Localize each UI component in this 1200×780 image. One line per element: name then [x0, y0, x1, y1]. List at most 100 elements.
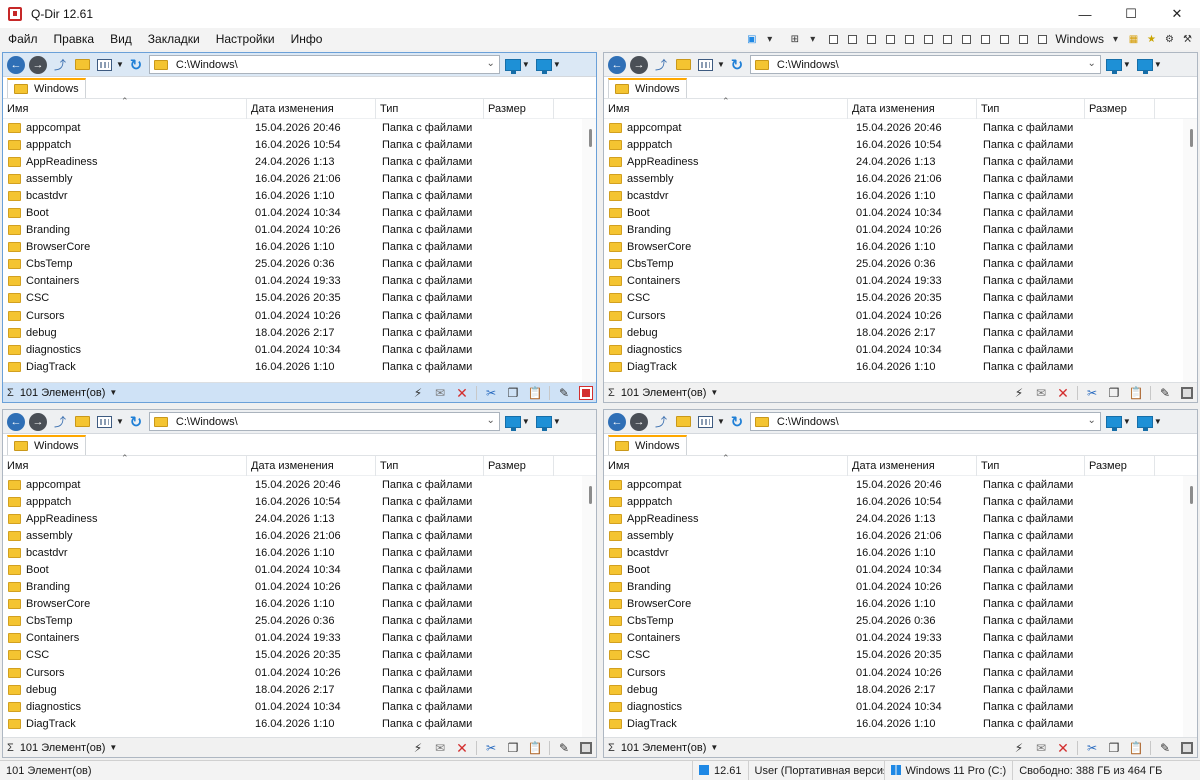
column-date[interactable]: Дата изменения — [247, 98, 376, 119]
lightning-icon[interactable]: ⚡ — [410, 740, 426, 756]
back-arrow-icon[interactable]: ← — [608, 55, 626, 74]
list-item[interactable]: CbsTemp 25.04.2026 0:36 Папка с файлами — [604, 256, 1197, 273]
column-type[interactable]: Тип — [977, 98, 1085, 119]
chevron-down-icon[interactable]: ▼ — [1154, 417, 1162, 426]
vertical-scrollbar[interactable] — [582, 119, 596, 382]
list-item[interactable]: assembly 16.04.2026 21:06 Папка с файлами — [604, 170, 1197, 187]
layout-grid-icon[interactable]: ⊞ — [788, 33, 801, 46]
list-item[interactable]: diagnostics 01.04.2024 10:34 Папка с файла… — [3, 341, 596, 358]
list-item[interactable]: AppReadiness 24.04.2026 1:13 Папка с файла… — [604, 153, 1197, 170]
close-button[interactable]: ✕ — [1154, 0, 1200, 28]
list-item[interactable]: bcastdvr 16.04.2026 1:10 Папка с файлами — [3, 187, 596, 204]
list-item[interactable]: diagnostics 01.04.2024 10:34 Папка с файла… — [3, 698, 596, 715]
list-item[interactable]: BrowserCore 16.04.2026 1:10 Папка с файлам… — [604, 239, 1197, 256]
view-mode-icon[interactable] — [95, 413, 113, 431]
address-bar[interactable]: C:\Windows\ ⌄ — [148, 412, 500, 431]
new-folder-icon[interactable] — [73, 413, 91, 431]
star-icon[interactable]: ★ — [1145, 33, 1158, 46]
item-count[interactable]: 101 Элемент(ов) — [20, 387, 106, 399]
list-item[interactable]: AppReadiness 24.04.2026 1:13 Папка с файла… — [604, 510, 1197, 527]
layout-4-icon[interactable] — [886, 34, 896, 44]
computer-icon[interactable]: ▣ — [745, 33, 758, 46]
column-size[interactable]: Размер — [484, 455, 554, 476]
tab-windows[interactable]: Windows — [7, 435, 86, 455]
delete-icon[interactable]: ✕ — [1055, 740, 1071, 756]
list-item[interactable]: appcompat 15.04.2026 20:46 Папка с файлами — [604, 119, 1197, 136]
windows-dropdown[interactable]: Windows — [1055, 32, 1104, 46]
chevron-down-icon[interactable]: ▼ — [116, 417, 124, 426]
column-size[interactable]: Размер — [1085, 98, 1155, 119]
list-item[interactable]: CbsTemp 25.04.2026 0:36 Папка с файлами — [3, 613, 596, 630]
lightning-icon[interactable]: ⚡ — [410, 385, 426, 401]
pane-state-icon[interactable] — [578, 385, 594, 401]
copy-icon[interactable]: ❐ — [505, 385, 521, 401]
item-count[interactable]: 101 Элемент(ов) — [20, 742, 106, 754]
list-item[interactable]: DiagTrack 16.04.2026 1:10 Папка с файлами — [604, 358, 1197, 375]
list-item[interactable]: assembly 16.04.2026 21:06 Папка с файлами — [3, 170, 596, 187]
list-item[interactable]: diagnostics 01.04.2024 10:34 Папка с файла… — [604, 341, 1197, 358]
chevron-down-icon[interactable]: ▼ — [553, 417, 561, 426]
pane-state-icon[interactable] — [1179, 385, 1195, 401]
column-size[interactable]: Размер — [484, 98, 554, 119]
back-arrow-icon[interactable]: ← — [608, 412, 626, 431]
list-item[interactable]: BrowserCore 16.04.2026 1:10 Папка с файлам… — [604, 596, 1197, 613]
chevron-down-icon[interactable]: ▼ — [116, 60, 124, 69]
column-date[interactable]: Дата изменения — [848, 98, 977, 119]
copy-icon[interactable]: ❐ — [505, 740, 521, 756]
copy-icon[interactable]: ❐ — [1106, 740, 1122, 756]
column-date[interactable]: Дата изменения — [848, 455, 977, 476]
pane-state-icon[interactable] — [1179, 740, 1195, 756]
chevron-down-icon[interactable]: ▼ — [710, 743, 718, 752]
forward-arrow-icon[interactable]: → — [29, 412, 47, 431]
list-item[interactable]: debug 18.04.2026 2:17 Папка с файлами — [604, 681, 1197, 698]
copy-icon[interactable]: ❐ — [1106, 385, 1122, 401]
list-item[interactable]: Branding 01.04.2024 10:26 Папка с файлами — [3, 579, 596, 596]
chevron-down-icon[interactable]: ▼ — [109, 388, 117, 397]
layout-6-icon[interactable] — [924, 34, 934, 44]
file-list[interactable]: appcompat 15.04.2026 20:46 Папка с файлами… — [3, 476, 596, 737]
list-item[interactable]: bcastdvr 16.04.2026 1:10 Папка с файлами — [3, 544, 596, 561]
menu-edit[interactable]: Правка — [46, 28, 103, 50]
list-item[interactable]: Cursors 01.04.2024 10:26 Папка с файлами — [604, 307, 1197, 324]
paste-icon[interactable]: 📋 — [527, 385, 543, 401]
layout-5-icon[interactable] — [905, 34, 915, 44]
list-item[interactable]: debug 18.04.2026 2:17 Папка с файлами — [604, 324, 1197, 341]
list-item[interactable]: DiagTrack 16.04.2026 1:10 Папка с файлами — [604, 715, 1197, 732]
chevron-down-icon[interactable]: ⌄ — [1088, 58, 1096, 69]
file-list[interactable]: appcompat 15.04.2026 20:46 Папка с файлами… — [3, 119, 596, 382]
monitor-icon[interactable] — [535, 58, 552, 74]
menu-bookmarks[interactable]: Закладки — [140, 28, 208, 50]
list-item[interactable]: Cursors 01.04.2024 10:26 Папка с файлами — [604, 664, 1197, 681]
layout-10-icon[interactable] — [1000, 34, 1010, 44]
menu-view[interactable]: Вид — [102, 28, 140, 50]
layout-8-icon[interactable] — [962, 34, 972, 44]
mail-icon[interactable]: ✉ — [1033, 740, 1049, 756]
chevron-down-icon[interactable]: ▼ — [717, 417, 725, 426]
chevron-down-icon[interactable]: ▼ — [1154, 60, 1162, 69]
list-item[interactable]: BrowserCore 16.04.2026 1:10 Папка с файлам… — [3, 239, 596, 256]
chevron-down-icon[interactable]: ▼ — [109, 743, 117, 752]
item-count[interactable]: 101 Элемент(ов) — [621, 387, 707, 399]
list-item[interactable]: CSC 15.04.2026 20:35 Папка с файлами — [604, 647, 1197, 664]
list-item[interactable]: diagnostics 01.04.2024 10:34 Папка с файла… — [604, 698, 1197, 715]
forward-arrow-icon[interactable]: → — [630, 412, 648, 431]
layout-11-icon[interactable] — [1019, 34, 1029, 44]
pane-bottom-right[interactable]: ← → ⤴ ▼ ↻ C:\Windows\ ⌄ ▼ ▼ Windows ⌃ Им… — [603, 409, 1198, 758]
monitor-icon[interactable] — [1136, 415, 1153, 431]
chevron-down-icon[interactable]: ▼ — [717, 60, 725, 69]
pane-top-left[interactable]: ← → ⤴ ▼ ↻ C:\Windows\ ⌄ ▼ ▼ Windows ⌃ Им… — [2, 52, 597, 403]
chevron-down-icon[interactable]: ▾ — [806, 33, 819, 46]
layout-1-icon[interactable] — [829, 34, 839, 44]
refresh-icon[interactable]: ↻ — [127, 413, 145, 431]
refresh-icon[interactable]: ↻ — [127, 56, 145, 74]
monitor-icon[interactable] — [535, 415, 552, 431]
address-bar[interactable]: C:\Windows\ ⌄ — [749, 412, 1101, 431]
mail-icon[interactable]: ✉ — [1033, 385, 1049, 401]
settings-icon[interactable]: ⚙ — [1163, 33, 1176, 46]
list-item[interactable]: appcompat 15.04.2026 20:46 Папка с файлами — [3, 119, 596, 136]
maximize-button[interactable]: ☐ — [1108, 0, 1154, 28]
list-item[interactable]: appcompat 15.04.2026 20:46 Папка с файлами — [3, 476, 596, 493]
edit-icon[interactable]: ✎ — [1157, 385, 1173, 401]
list-item[interactable]: apppatch 16.04.2026 10:54 Папка с файлами — [3, 493, 596, 510]
list-item[interactable]: Containers 01.04.2024 19:33 Папка с файлам… — [3, 273, 596, 290]
